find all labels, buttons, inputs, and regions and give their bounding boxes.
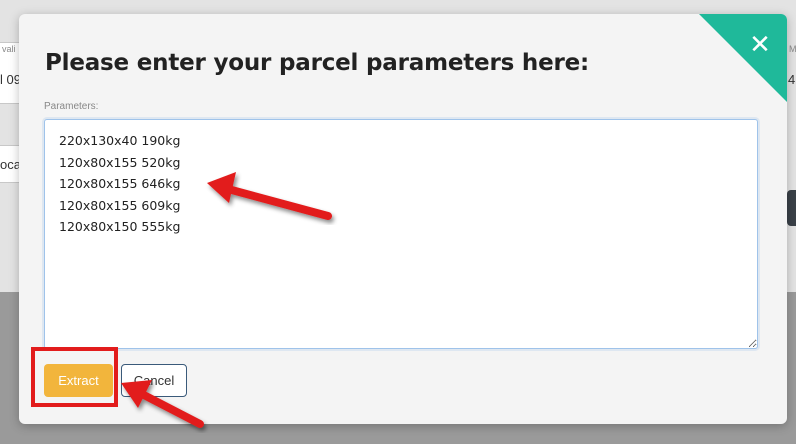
modal-title: Please enter your parcel parameters here…	[45, 50, 590, 76]
background-text: oca	[0, 157, 21, 172]
cancel-button[interactable]: Cancel	[121, 364, 187, 397]
background-button	[787, 190, 796, 226]
background-text: M	[789, 44, 796, 54]
background-text: l 09	[0, 72, 21, 87]
parcel-parameters-modal: ✕ Please enter your parcel parameters he…	[19, 14, 787, 424]
extract-button[interactable]: Extract	[44, 364, 113, 397]
parameters-label: Parameters:	[44, 101, 99, 112]
close-icon[interactable]: ✕	[747, 32, 773, 58]
parameters-textarea[interactable]	[44, 119, 758, 349]
background-text: vali	[2, 44, 16, 54]
close-corner	[699, 14, 787, 102]
background-text: 4	[788, 72, 796, 87]
